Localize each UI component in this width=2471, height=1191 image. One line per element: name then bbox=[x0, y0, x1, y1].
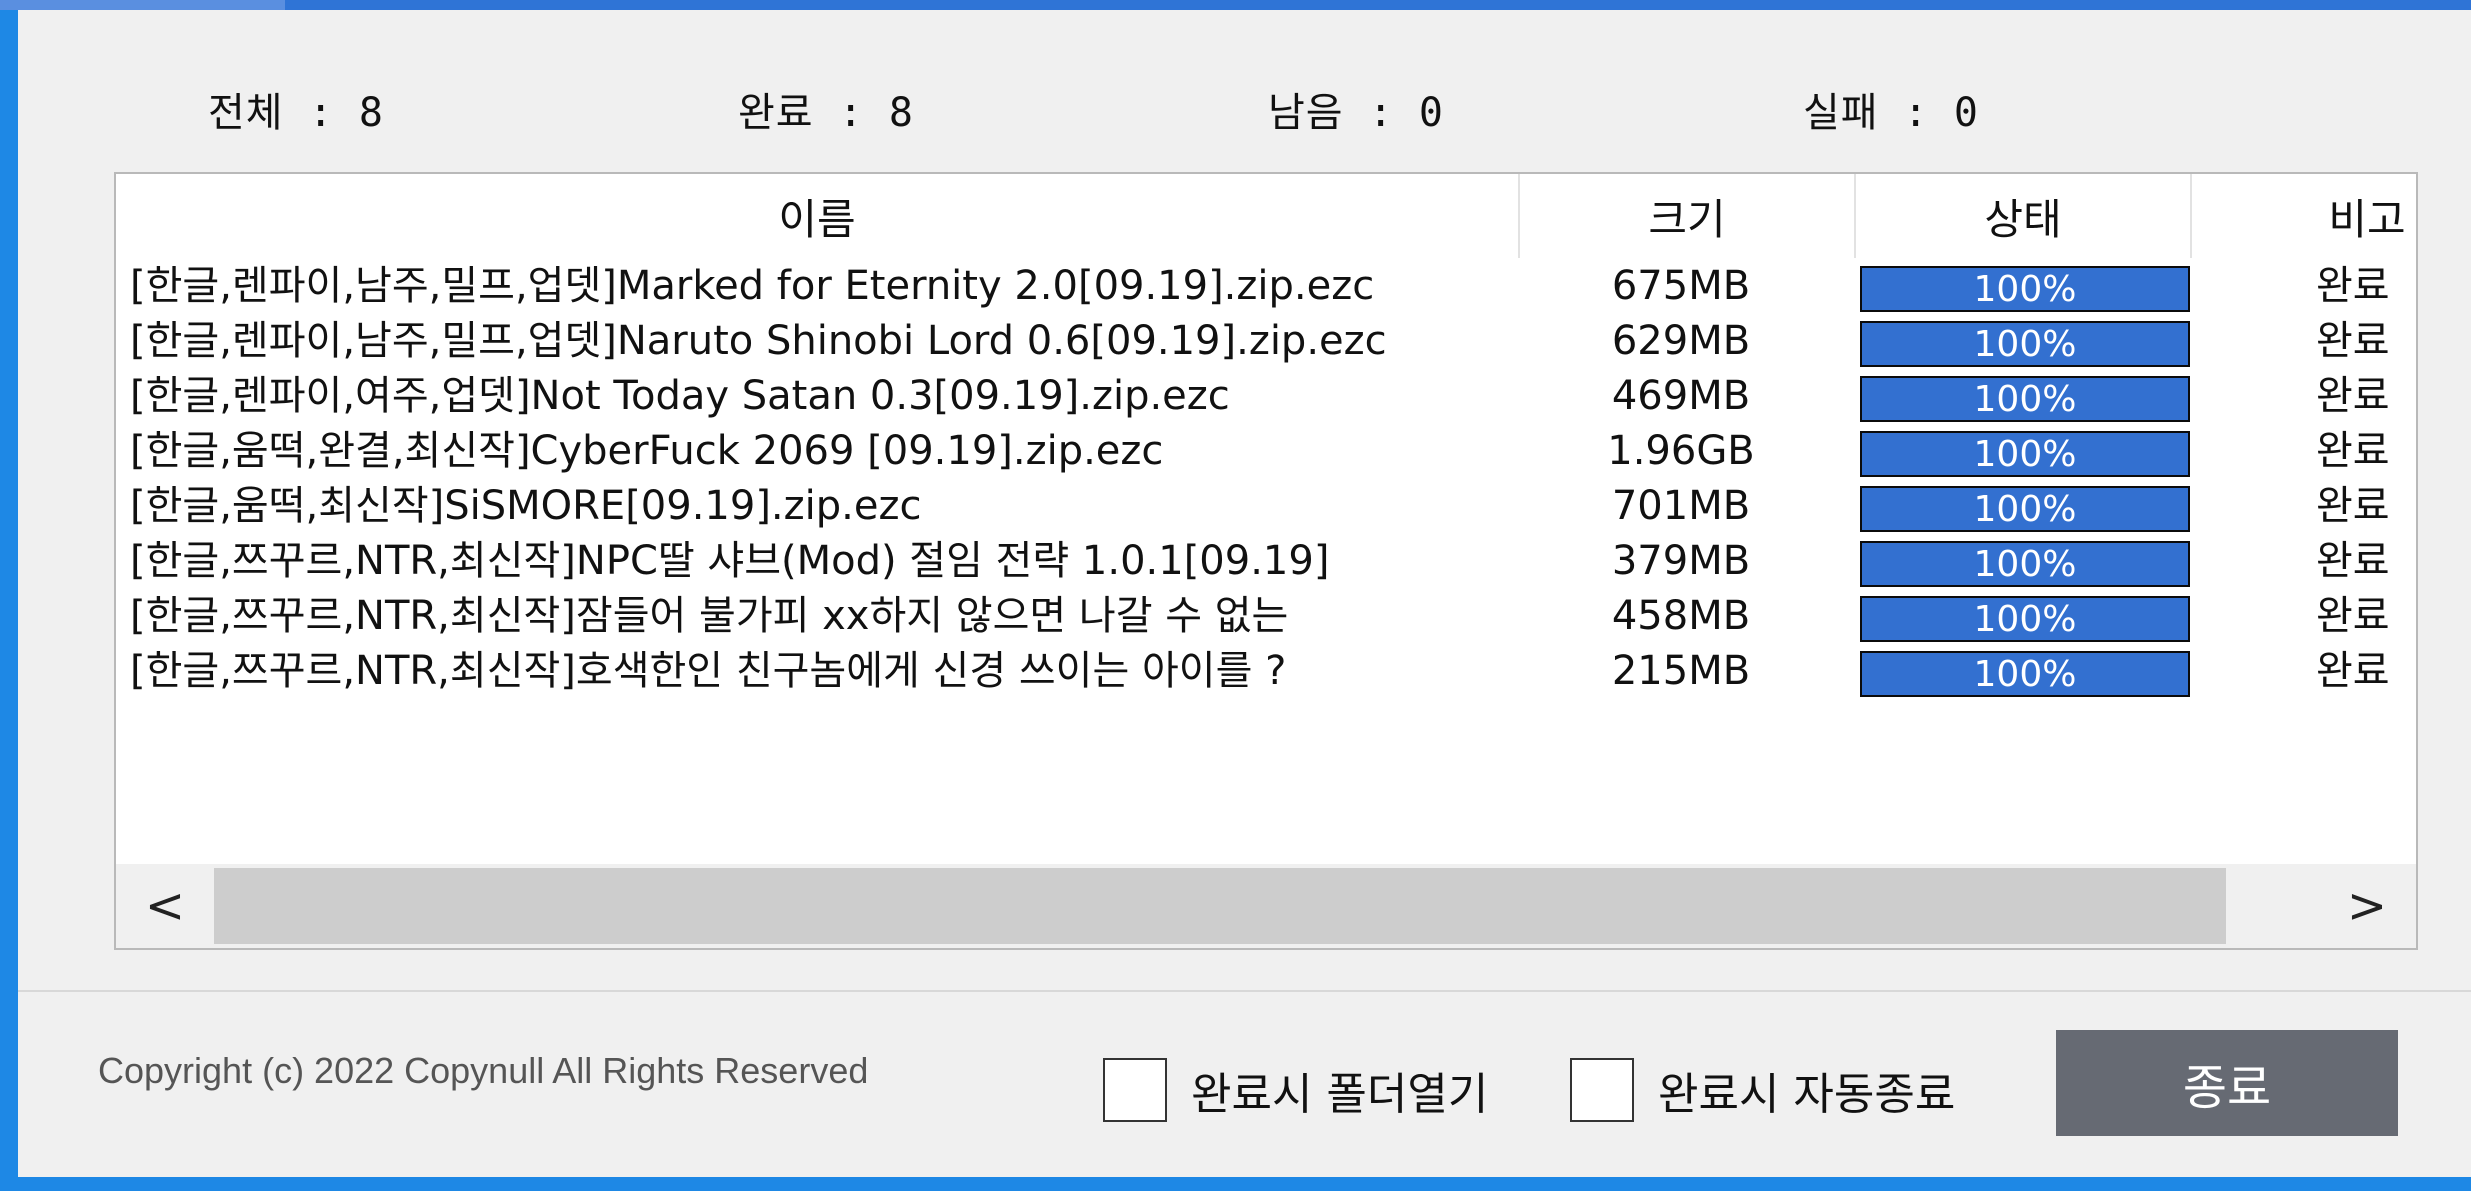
progress-label: 100% bbox=[1973, 379, 2077, 420]
file-size: 701MB bbox=[1611, 483, 1751, 529]
table-row[interactable]: [한글,쯔꾸르,NTR,최신작]NPC딸 샤브(Mod) 절임 전략 1.0.1… bbox=[116, 533, 2416, 589]
progress-bar: 100% bbox=[1860, 596, 2190, 642]
open-folder-checkbox[interactable]: 완료시 폴더열기 bbox=[1103, 1055, 1488, 1125]
chevron-right-icon: > bbox=[2346, 878, 2388, 934]
table-row[interactable]: [한글,쯔꾸르,NTR,최신작]잠들어 불가피 xx하지 않으면 나갈 수 없는… bbox=[116, 588, 2416, 644]
progress-bar: 100% bbox=[1860, 541, 2190, 587]
footer-divider bbox=[18, 990, 2471, 992]
file-note: 완료 bbox=[2316, 538, 2390, 584]
column-header-size[interactable]: 크기 bbox=[1520, 174, 1856, 258]
progress-label: 100% bbox=[1973, 489, 2077, 530]
table-row[interactable]: [한글,렌파이,여주,업뎃]Not Today Satan 0.3[09.19]… bbox=[116, 368, 2416, 424]
file-size: 215MB bbox=[1611, 648, 1751, 694]
file-size: 469MB bbox=[1611, 373, 1751, 419]
titlebar-accent bbox=[0, 0, 285, 10]
auto-close-label: 완료시 자동종료 bbox=[1658, 1069, 1956, 1120]
download-window: 전체 : 8 완료 : 8 남음 : 0 실패 : 0 이름 크기 상태 비고 … bbox=[18, 10, 2471, 1177]
progress-label: 100% bbox=[1973, 434, 2077, 475]
table-row[interactable]: [한글,움떡,최신작]SiSMORE[09.19].zip.ezc 701MB 10… bbox=[116, 478, 2416, 534]
progress-bar: 100% bbox=[1860, 266, 2190, 312]
file-note: 완료 bbox=[2316, 263, 2390, 309]
scrollbar-thumb[interactable] bbox=[214, 868, 2226, 944]
file-note: 완료 bbox=[2316, 483, 2390, 529]
file-note: 완료 bbox=[2316, 428, 2390, 474]
progress-label: 100% bbox=[1973, 654, 2077, 695]
progress-bar: 100% bbox=[1860, 376, 2190, 422]
file-name: [한글,렌파이,남주,밀프,업뎃]Marked for Eternity 2.0… bbox=[130, 263, 1375, 309]
table-row[interactable]: [한글,렌파이,남주,밀프,업뎃]Naruto Shinobi Lord 0.6… bbox=[116, 313, 2416, 369]
file-list[interactable]: 이름 크기 상태 비고 [한글,렌파이,남주,밀프,업뎃]Marked for … bbox=[114, 172, 2418, 950]
progress-bar: 100% bbox=[1860, 486, 2190, 532]
file-size: 458MB bbox=[1611, 593, 1751, 639]
file-note: 완료 bbox=[2316, 648, 2390, 694]
progress-bar: 100% bbox=[1860, 321, 2190, 367]
file-name: [한글,쯔꾸르,NTR,최신작]호색한인 친구놈에게 신경 쓰이는 아이를 ? bbox=[130, 648, 1287, 694]
file-note: 완료 bbox=[2316, 593, 2390, 639]
file-name: [한글,렌파이,여주,업뎃]Not Today Satan 0.3[09.19]… bbox=[130, 373, 1230, 419]
table-row[interactable]: [한글,렌파이,남주,밀프,업뎃]Marked for Eternity 2.0… bbox=[116, 258, 2416, 314]
file-name: [한글,렌파이,남주,밀프,업뎃]Naruto Shinobi Lord 0.6… bbox=[130, 318, 1387, 364]
horizontal-scrollbar[interactable]: < > bbox=[116, 864, 2416, 948]
column-header-name[interactable]: 이름 bbox=[116, 174, 1520, 258]
stat-total: 전체 : 8 bbox=[208, 90, 384, 136]
table-row[interactable]: [한글,움떡,완결,최신작]CyberFuck 2069 [09.19].zip… bbox=[116, 423, 2416, 479]
file-note: 완료 bbox=[2316, 318, 2390, 364]
stat-failed: 실패 : 0 bbox=[1803, 90, 1979, 136]
progress-bar: 100% bbox=[1860, 431, 2190, 477]
table-row[interactable]: [한글,쯔꾸르,NTR,최신작]호색한인 친구놈에게 신경 쓰이는 아이를 ? 2… bbox=[116, 643, 2416, 699]
copyright-text: Copyright (c) 2022 Copynull All Rights R… bbox=[98, 1050, 869, 1091]
file-name: [한글,쯔꾸르,NTR,최신작]NPC딸 샤브(Mod) 절임 전략 1.0.1… bbox=[130, 538, 1330, 584]
scroll-right-button[interactable]: > bbox=[2318, 864, 2416, 948]
auto-close-checkbox-box[interactable] bbox=[1570, 1058, 1634, 1122]
open-folder-checkbox-box[interactable] bbox=[1103, 1058, 1167, 1122]
column-header-note[interactable]: 비고 bbox=[2192, 174, 2416, 258]
file-size: 1.96GB bbox=[1607, 428, 1755, 474]
column-header-status[interactable]: 상태 bbox=[1856, 174, 2192, 258]
scroll-left-button[interactable]: < bbox=[116, 864, 214, 948]
open-folder-label: 완료시 폴더열기 bbox=[1191, 1069, 1489, 1120]
stat-done: 완료 : 8 bbox=[738, 90, 914, 136]
progress-bar: 100% bbox=[1860, 651, 2190, 697]
progress-label: 100% bbox=[1973, 269, 2077, 310]
file-size: 379MB bbox=[1611, 538, 1751, 584]
file-size: 629MB bbox=[1611, 318, 1751, 364]
stat-remaining: 남음 : 0 bbox=[1268, 90, 1444, 136]
file-size: 675MB bbox=[1611, 263, 1751, 309]
file-name: [한글,움떡,최신작]SiSMORE[09.19].zip.ezc bbox=[130, 483, 922, 529]
titlebar-strip bbox=[0, 0, 2471, 10]
progress-label: 100% bbox=[1973, 599, 2077, 640]
file-note: 완료 bbox=[2316, 373, 2390, 419]
auto-close-checkbox[interactable]: 완료시 자동종료 bbox=[1570, 1055, 1955, 1125]
close-button[interactable]: 종료 bbox=[2056, 1030, 2398, 1136]
progress-label: 100% bbox=[1973, 544, 2077, 585]
file-name: [한글,움떡,완결,최신작]CyberFuck 2069 [09.19].zip… bbox=[130, 428, 1164, 474]
progress-label: 100% bbox=[1973, 324, 2077, 365]
chevron-left-icon: < bbox=[144, 878, 186, 934]
stats-bar: 전체 : 8 완료 : 8 남음 : 0 실패 : 0 bbox=[18, 80, 2471, 140]
file-name: [한글,쯔꾸르,NTR,최신작]잠들어 불가피 xx하지 않으면 나갈 수 없는 bbox=[130, 593, 1289, 639]
